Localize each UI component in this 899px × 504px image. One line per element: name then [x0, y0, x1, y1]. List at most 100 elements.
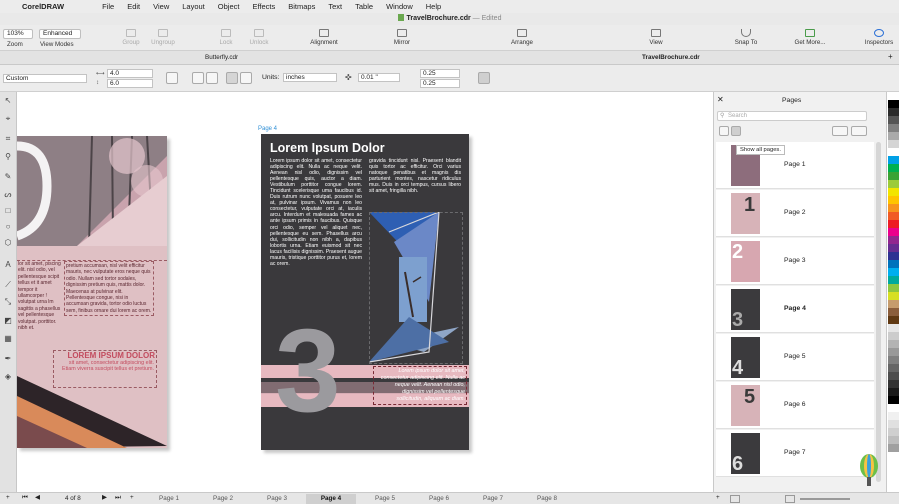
thumbnail-size-slider[interactable] — [800, 498, 850, 500]
fill-tool-icon[interactable]: ◈ — [3, 372, 13, 382]
menu-table[interactable]: Table — [355, 2, 373, 11]
color-swatch-24[interactable] — [888, 276, 899, 284]
color-swatch-13[interactable] — [888, 188, 899, 196]
lock-button[interactable]: Lock — [214, 29, 238, 46]
view-mode-dropdown[interactable]: Enhanced — [39, 29, 81, 39]
color-swatch-35[interactable] — [888, 364, 899, 372]
color-swatch-1[interactable] — [888, 92, 899, 100]
color-swatch-2[interactable] — [888, 100, 899, 108]
page-thumb-3[interactable]: 2 Page 3 — [716, 238, 874, 285]
page-tab-8[interactable]: Page 8 — [522, 495, 572, 502]
color-swatch-16[interactable] — [888, 212, 899, 220]
add-page-before-button[interactable]: + — [6, 494, 10, 501]
page-preset-dropdown[interactable]: Custom — [3, 74, 87, 83]
color-swatch-4[interactable] — [888, 116, 899, 124]
add-page-after-button[interactable]: + — [130, 494, 134, 501]
color-swatch-36[interactable] — [888, 372, 899, 380]
rectangle-tool-icon[interactable]: □ — [3, 206, 13, 216]
color-swatch-40[interactable] — [888, 404, 899, 412]
drawing-canvas[interactable]: lor sit amet, piscing elit. nisl odio, v… — [17, 92, 713, 492]
landscape-icon[interactable] — [206, 72, 218, 84]
color-swatch-20[interactable] — [888, 244, 899, 252]
freehand-tool-icon[interactable]: ✎ — [3, 172, 13, 182]
polygon-tool-icon[interactable]: ⬡ — [3, 238, 13, 248]
color-swatch-38[interactable] — [888, 388, 899, 396]
all-pages-size-icon[interactable] — [226, 72, 238, 84]
group-button[interactable]: Group — [118, 29, 144, 46]
alignment-button[interactable]: Alignment — [305, 29, 343, 46]
arrange-button[interactable]: Arrange — [504, 29, 540, 46]
view-button[interactable]: View — [643, 29, 669, 46]
color-swatch-19[interactable] — [888, 236, 899, 244]
pick-tool-icon[interactable]: ↖ — [3, 96, 13, 106]
panel-delete-page-icon[interactable] — [730, 495, 740, 503]
color-swatch-43[interactable] — [888, 428, 899, 436]
current-page-size-icon[interactable] — [240, 72, 252, 84]
page-tab-5[interactable]: Page 5 — [360, 495, 410, 502]
menu-view[interactable]: View — [153, 2, 169, 11]
color-swatch-37[interactable] — [888, 380, 899, 388]
color-swatch-11[interactable] — [888, 172, 899, 180]
page-height-input[interactable]: 6.0 — [107, 79, 153, 88]
pages-search-input[interactable]: Search — [717, 111, 867, 121]
menu-edit[interactable]: Edit — [127, 2, 140, 11]
text-tool-icon[interactable]: A — [3, 260, 13, 270]
color-swatch-23[interactable] — [888, 268, 899, 276]
color-swatch-6[interactable] — [888, 132, 899, 140]
menu-object[interactable]: Object — [218, 2, 240, 11]
menu-window[interactable]: Window — [386, 2, 413, 11]
add-tab-button[interactable]: + — [888, 52, 893, 61]
transparency-tool-icon[interactable]: ▦ — [3, 334, 13, 344]
page-width-input[interactable]: 4.0 — [107, 69, 153, 78]
color-swatch-41[interactable] — [888, 412, 899, 420]
page-tab-2[interactable]: Page 2 — [198, 495, 248, 502]
color-swatch-30[interactable] — [888, 324, 899, 332]
panel-settings-icon[interactable] — [851, 126, 867, 136]
color-swatch-9[interactable] — [888, 156, 899, 164]
doc-tab-butterfly[interactable]: Butterfly.cdr — [205, 54, 238, 61]
nudge-distance-input[interactable]: 0.01 " — [358, 73, 400, 82]
previous-page-button[interactable]: ◀ — [35, 494, 40, 501]
show-all-pages-icon[interactable] — [731, 126, 741, 136]
color-swatch-28[interactable] — [888, 308, 899, 316]
menu-layout[interactable]: Layout — [182, 2, 205, 11]
close-panel-icon[interactable]: ✕ — [717, 95, 724, 104]
doc-tab-travelbrochure[interactable]: TravelBrochure.cdr — [642, 54, 700, 61]
color-swatch-29[interactable] — [888, 316, 899, 324]
color-swatch-7[interactable] — [888, 140, 899, 148]
ellipse-tool-icon[interactable]: ○ — [3, 222, 13, 232]
color-swatch-3[interactable] — [888, 108, 899, 116]
color-swatch-22[interactable] — [888, 260, 899, 268]
menu-bitmaps[interactable]: Bitmaps — [288, 2, 315, 11]
panel-add-page-button[interactable]: + — [716, 494, 720, 501]
color-swatch-42[interactable] — [888, 420, 899, 428]
shape-tool-icon[interactable]: ⌖ — [3, 114, 13, 124]
dimension-tool-icon[interactable]: ⟋ — [3, 280, 13, 290]
menu-help[interactable]: Help — [426, 2, 441, 11]
get-more-button[interactable]: Get More... — [790, 29, 830, 46]
duplicate-x-input[interactable]: 0.25 — [420, 69, 460, 78]
next-page-button[interactable]: ▶ — [102, 494, 107, 501]
duplicate-y-input[interactable]: 0.25 — [420, 79, 460, 88]
color-swatch-26[interactable] — [888, 292, 899, 300]
portrait-icon[interactable] — [192, 72, 204, 84]
color-swatch-15[interactable] — [888, 204, 899, 212]
color-swatch-25[interactable] — [888, 284, 899, 292]
color-swatch-45[interactable] — [888, 444, 899, 452]
color-swatch-5[interactable] — [888, 124, 899, 132]
page-3-spread[interactable]: lor sit amet, piscing elit. nisl odio, v… — [17, 136, 167, 448]
color-swatch-39[interactable] — [888, 396, 899, 404]
ungroup-button[interactable]: Ungroup — [148, 29, 178, 46]
page-thumb-5[interactable]: 4 Page 5 — [716, 334, 874, 381]
color-swatch-12[interactable] — [888, 180, 899, 188]
color-swatch-18[interactable] — [888, 228, 899, 236]
color-swatch-21[interactable] — [888, 252, 899, 260]
color-swatch-32[interactable] — [888, 340, 899, 348]
inspectors-button[interactable]: Inspectors — [860, 29, 898, 46]
page-tab-4[interactable]: Page 4 — [306, 494, 356, 504]
color-swatch-33[interactable] — [888, 348, 899, 356]
new-page-icon[interactable] — [719, 126, 729, 136]
page-tab-3[interactable]: Page 3 — [252, 495, 302, 502]
color-swatch-8[interactable] — [888, 148, 899, 156]
page-4-brochure[interactable]: Lorem Ipsum Dolor Lorem ipsum dolor sit … — [261, 134, 469, 450]
